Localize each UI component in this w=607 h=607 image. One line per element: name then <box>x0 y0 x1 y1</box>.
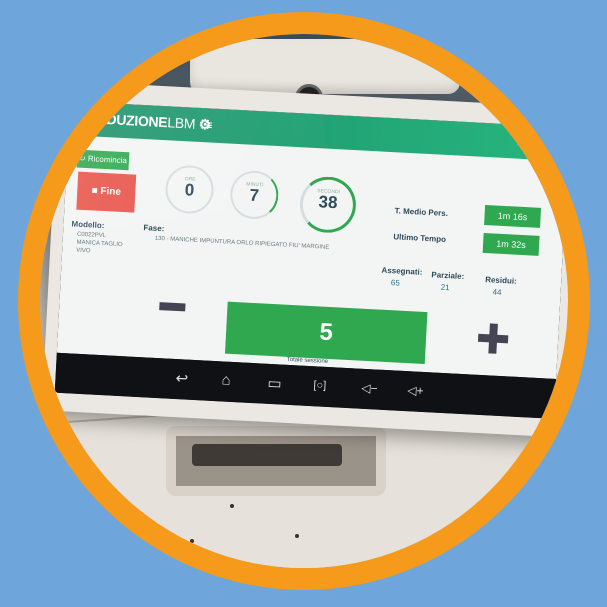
recents-icon[interactable]: ▭ <box>267 374 282 393</box>
photo: PRODUZIONELBM ⚙ ≡ Disconne ↻ Ricomincia … <box>40 34 568 568</box>
modello-line: C0022PVL <box>76 231 107 240</box>
home-icon[interactable]: ⌂ <box>221 371 231 388</box>
hours-dial: ORE 0 <box>164 164 215 215</box>
disconnect-link[interactable]: Disconne <box>516 136 562 150</box>
minus-button[interactable] <box>159 302 186 312</box>
medio-label: T. Medio Pers. <box>394 206 449 219</box>
desk-screw <box>295 534 299 538</box>
assegnati-label: Assegnati: <box>381 265 423 277</box>
camera-bracket <box>190 39 460 94</box>
seconds-dial: SECONDI 38 <box>298 175 358 235</box>
hours-value: 0 <box>184 180 195 200</box>
fase-label: Fase: <box>143 223 165 234</box>
ultimo-value: 1m 32s <box>482 232 540 256</box>
seconds-value: 38 <box>318 192 338 213</box>
desk-screw <box>190 539 194 543</box>
app-brand: PRODUZIONELBM ⚙ <box>76 109 212 133</box>
stand-slot <box>192 444 342 466</box>
screenshot-icon[interactable]: [○] <box>313 379 326 392</box>
parziale-value: 21 <box>440 282 450 293</box>
back-icon[interactable]: ↩ <box>175 369 189 388</box>
tablet-screen: PRODUZIONELBM ⚙ ≡ Disconne ↻ Ricomincia … <box>54 101 568 419</box>
session-counter-label: Totale sessione <box>286 356 329 365</box>
desk-screw <box>230 504 234 508</box>
restart-label: Ricomincia <box>87 154 128 166</box>
parziale-label: Parziale: <box>431 270 465 281</box>
minutes-dial: MINUTI 7 <box>229 169 280 221</box>
ultimo-label: Ultimo Tempo <box>393 232 447 244</box>
restart-button[interactable]: ↻ Ricomincia <box>76 149 130 171</box>
volume-up-icon[interactable]: ◁+ <box>407 383 424 398</box>
volume-down-icon[interactable]: ◁− <box>361 381 378 396</box>
residui-label: Residui: <box>484 275 517 286</box>
modello-line: MANICA TAGLIO <box>76 239 123 249</box>
assegnati-value: 65 <box>390 278 401 288</box>
session-counter: 5 <box>224 301 428 365</box>
menu-icon[interactable]: ≡ <box>205 117 213 132</box>
end-label: Fine <box>100 185 122 198</box>
app-view: PRODUZIONELBM ⚙ ≡ Disconne ↻ Ricomincia … <box>56 101 568 379</box>
medio-value: 1m 16s <box>484 204 542 228</box>
end-button[interactable]: ■ Fine <box>76 171 137 213</box>
minutes-value: 7 <box>249 185 260 206</box>
brand-bold: PRODUZIONE <box>76 109 168 131</box>
residui-value: 44 <box>492 287 502 297</box>
fase-value: 130 - MANICHE IMPUNTURA ORLO RIPIEGATO F… <box>154 235 330 251</box>
plus-button[interactable] <box>477 323 509 355</box>
modello-label: Modello: <box>71 219 105 231</box>
brand-light: LBM <box>166 114 196 132</box>
modello-line: VIVO <box>76 247 91 255</box>
